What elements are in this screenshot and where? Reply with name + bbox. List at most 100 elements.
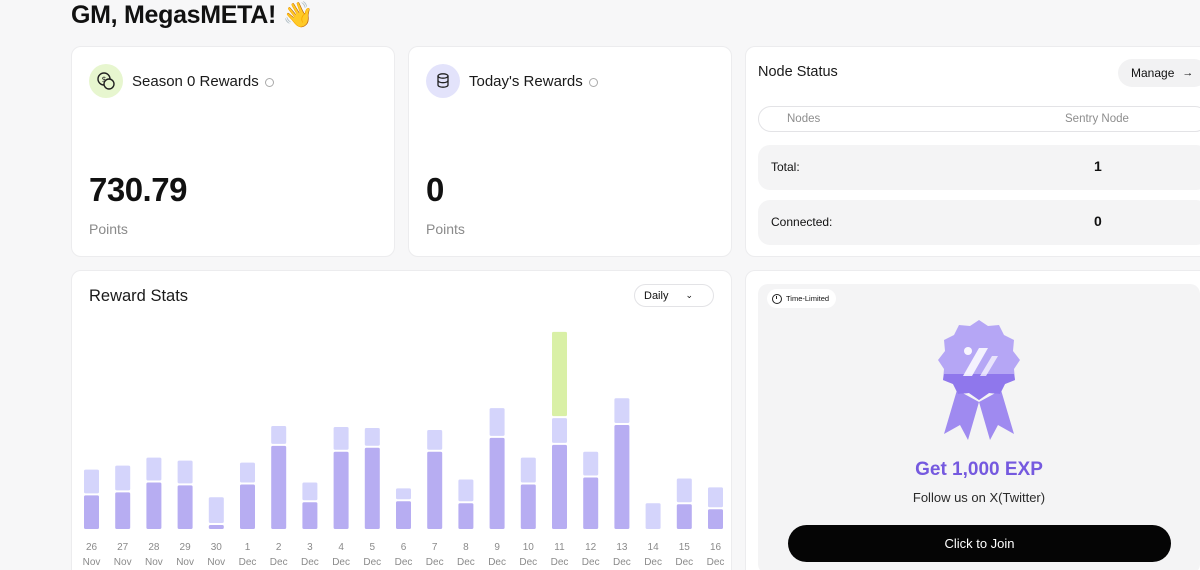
chart-bar-segment[interactable] [146, 482, 162, 529]
chart-bar-segment[interactable] [427, 451, 443, 529]
x-tick-label: 28 [148, 542, 160, 553]
x-tick-label: Nov [114, 557, 132, 568]
chart-bar-segment[interactable] [489, 437, 505, 529]
chart-bar-segment[interactable] [177, 485, 193, 529]
chart-bar-segment[interactable] [552, 331, 567, 417]
x-tick-label: 14 [648, 542, 660, 553]
x-tick-label: Dec [332, 557, 350, 568]
chart-bar-segment[interactable] [333, 426, 349, 450]
coin-stack-icon [426, 64, 460, 98]
chart-bar-segment[interactable] [458, 503, 474, 529]
info-icon[interactable] [588, 77, 598, 87]
x-tick-label: 29 [180, 542, 192, 553]
node-status-card: Node Status Manage → Nodes Sentry Node T… [745, 46, 1200, 257]
chart-bar-segment[interactable] [333, 451, 349, 529]
node-status-title: Node Status [758, 64, 838, 80]
x-tick-label: Dec [363, 557, 381, 568]
join-button[interactable]: Click to Join [788, 525, 1171, 562]
x-tick-label: 12 [585, 542, 597, 553]
chart-bar-segment[interactable] [208, 525, 224, 529]
tab-nodes[interactable]: Nodes [787, 113, 820, 125]
info-icon[interactable] [264, 77, 274, 87]
chart-bar-segment[interactable] [396, 501, 411, 529]
x-tick-label: 1 [245, 542, 251, 553]
promo-panel: Time-Limited Get 1,000 EXP Follow us on … [758, 284, 1200, 570]
x-tick-label: 6 [401, 542, 407, 553]
chart-bar-segment[interactable] [520, 457, 536, 483]
arrow-right-icon: → [1182, 67, 1194, 79]
chart-bar-segment[interactable] [115, 465, 131, 491]
chart-bar-segment[interactable] [458, 479, 474, 502]
chart-bar-segment[interactable] [177, 460, 193, 484]
chart-bar-segment[interactable] [708, 509, 723, 529]
total-label: Total: [771, 160, 800, 174]
chart-bar-segment[interactable] [240, 484, 255, 529]
x-tick-label: Dec [551, 557, 569, 568]
x-tick-label: Nov [207, 557, 225, 568]
today-rewards-title: Today's Rewards [469, 72, 583, 90]
time-limited-badge: Time-Limited [767, 289, 837, 308]
season-rewards-value: 730.79 [89, 171, 187, 208]
chart-bar-segment[interactable] [645, 503, 661, 529]
x-tick-label: 10 [523, 542, 535, 553]
chart-bar-segment[interactable] [115, 492, 131, 529]
time-limited-label: Time-Limited [786, 294, 830, 303]
connected-label: Connected: [771, 215, 833, 229]
chart-bar-segment[interactable] [583, 477, 599, 529]
x-tick-label: Dec [395, 557, 413, 568]
chart-bar-segment[interactable] [84, 495, 99, 529]
x-tick-label: 15 [679, 542, 691, 553]
chart-bar-segment[interactable] [302, 482, 318, 501]
chart-bar-segment[interactable] [364, 427, 380, 446]
x-tick-label: Dec [426, 557, 444, 568]
season-rewards-unit: Points [89, 221, 128, 237]
chart-bar-segment[interactable] [208, 497, 224, 524]
chart-bar-segment[interactable] [302, 502, 318, 529]
chart-bar-segment[interactable] [583, 451, 599, 476]
chart-bar-segment[interactable] [520, 484, 536, 529]
chart-bar-segment[interactable] [489, 408, 505, 436]
x-tick-label: 9 [494, 542, 500, 553]
x-tick-label: 13 [616, 542, 628, 553]
chart-bar-segment[interactable] [614, 425, 630, 529]
x-tick-label: 26 [86, 542, 98, 553]
chart-bar-segment[interactable] [84, 469, 99, 494]
chart-bar-segment[interactable] [364, 447, 380, 529]
chart-bar-segment[interactable] [396, 488, 411, 500]
x-tick-label: Dec [270, 557, 288, 568]
x-tick-label: Dec [488, 557, 506, 568]
node-tabs: Nodes Sentry Node [758, 106, 1200, 132]
chart-bar-segment[interactable] [146, 457, 162, 481]
medal-icon [938, 320, 1020, 440]
x-tick-label: 7 [432, 542, 438, 553]
promo-title: Get 1,000 EXP [915, 459, 1043, 480]
x-tick-label: 11 [554, 542, 565, 553]
x-tick-label: Nov [83, 557, 101, 568]
x-tick-label: Dec [675, 557, 693, 568]
stopwatch-icon [772, 293, 782, 304]
x-tick-label: Nov [176, 557, 194, 568]
reward-stats-card: Reward Stats Daily ⌄ 26 Nov 27 Nov 28 Nov 29 No… [71, 270, 732, 570]
today-rewards-unit: Points [426, 221, 465, 237]
manage-button[interactable]: Manage → [1118, 59, 1200, 87]
tab-sentry-node[interactable]: Sentry Node [1065, 113, 1129, 125]
chart-bar-segment[interactable] [240, 462, 255, 483]
connected-row: Connected: 0 [758, 200, 1200, 245]
chart-bar-segment[interactable] [427, 429, 443, 450]
x-tick-label: 3 [307, 542, 313, 553]
chart-bar-segment[interactable] [271, 445, 287, 529]
x-tick-label: 16 [710, 542, 722, 553]
chart-bar-segment[interactable] [708, 487, 723, 508]
x-tick-label: Dec [644, 557, 662, 568]
x-tick-label: Dec [613, 557, 631, 568]
chart-bar-segment[interactable] [552, 444, 567, 529]
x-tick-label: 30 [211, 542, 223, 553]
chart-bar-segment[interactable] [676, 478, 692, 503]
manage-label: Manage [1131, 66, 1175, 80]
chart-bar-segment[interactable] [552, 418, 567, 443]
season-rewards-title: Season 0 Rewards [132, 72, 259, 90]
total-value: 1 [1094, 158, 1102, 174]
chart-bar-segment[interactable] [614, 398, 630, 424]
chart-bar-segment[interactable] [676, 504, 692, 529]
chart-bar-segment[interactable] [271, 425, 287, 444]
